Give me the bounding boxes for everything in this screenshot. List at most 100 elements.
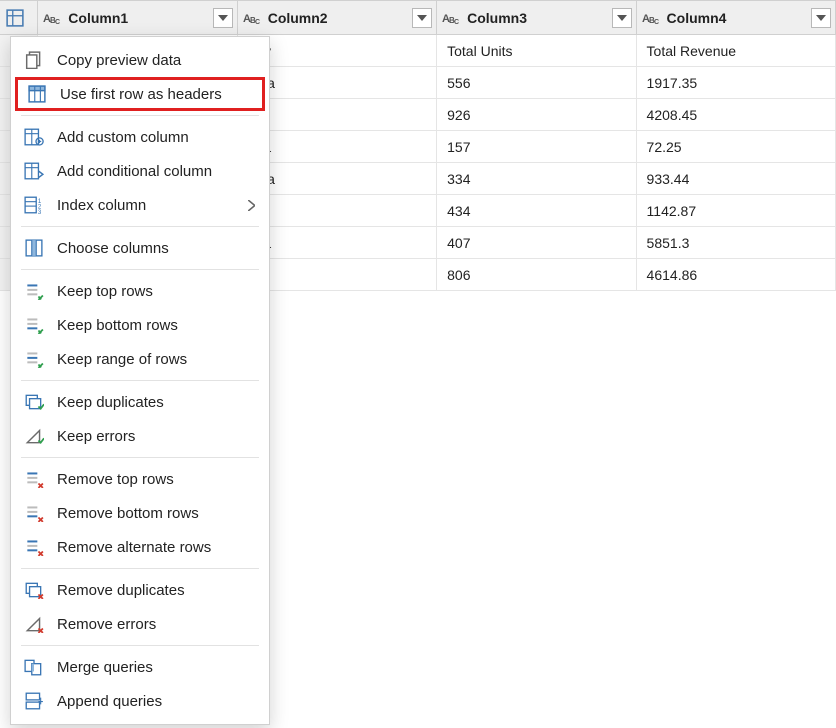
menu-separator bbox=[21, 457, 259, 458]
append-icon bbox=[23, 690, 45, 712]
menu-label: Remove errors bbox=[57, 616, 255, 633]
svg-text:C: C bbox=[255, 19, 260, 26]
cell[interactable]: 4614.86 bbox=[636, 259, 835, 291]
keep-errors-icon bbox=[23, 425, 45, 447]
table-corner[interactable] bbox=[0, 1, 38, 35]
merge-icon bbox=[23, 656, 45, 678]
column-label: Column1 bbox=[68, 10, 208, 26]
cell[interactable]: 806 bbox=[437, 259, 636, 291]
remove-duplicates-icon bbox=[23, 579, 45, 601]
keep-top-icon bbox=[23, 280, 45, 302]
column-filter-button[interactable] bbox=[412, 8, 432, 28]
column-filter-button[interactable] bbox=[612, 8, 632, 28]
index-column-icon: 123 bbox=[23, 194, 45, 216]
menu-label: Keep bottom rows bbox=[57, 317, 255, 334]
menu-label: Index column bbox=[57, 197, 236, 214]
cell[interactable]: Total Revenue bbox=[636, 35, 835, 67]
column-filter-button[interactable] bbox=[213, 8, 233, 28]
menu-use-first-row-as-headers[interactable]: Use first row as headers bbox=[15, 77, 265, 111]
menu-keep-errors[interactable]: Keep errors bbox=[11, 419, 269, 453]
menu-merge-queries[interactable]: Merge queries bbox=[11, 650, 269, 684]
type-text-icon: ABC bbox=[42, 8, 64, 28]
menu-separator bbox=[21, 645, 259, 646]
menu-label: Merge queries bbox=[57, 659, 255, 676]
type-text-icon: ABC bbox=[242, 8, 264, 28]
column-header-1[interactable]: ABC Column1 bbox=[38, 1, 237, 35]
column-label: Column3 bbox=[467, 10, 607, 26]
cell[interactable]: 434 bbox=[437, 195, 636, 227]
menu-copy-preview[interactable]: Copy preview data bbox=[11, 43, 269, 77]
menu-separator bbox=[21, 269, 259, 270]
menu-keep-top-rows[interactable]: Keep top rows bbox=[11, 274, 269, 308]
headers-icon bbox=[26, 83, 48, 105]
menu-remove-alternate-rows[interactable]: Remove alternate rows bbox=[11, 530, 269, 564]
column-header-2[interactable]: ABC Column2 bbox=[237, 1, 436, 35]
menu-remove-errors[interactable]: Remove errors bbox=[11, 607, 269, 641]
keep-range-icon bbox=[23, 348, 45, 370]
menu-keep-duplicates[interactable]: Keep duplicates bbox=[11, 385, 269, 419]
cell[interactable]: 1142.87 bbox=[636, 195, 835, 227]
cell[interactable]: 1917.35 bbox=[636, 67, 835, 99]
menu-label: Add custom column bbox=[57, 129, 255, 146]
svg-text:C: C bbox=[454, 19, 459, 26]
cell[interactable]: 926 bbox=[437, 99, 636, 131]
menu-separator bbox=[21, 226, 259, 227]
column-header-3[interactable]: ABC Column3 bbox=[437, 1, 636, 35]
conditional-column-icon bbox=[23, 160, 45, 182]
table-context-menu: Copy preview data Use first row as heade… bbox=[10, 36, 270, 725]
cell[interactable]: 556 bbox=[437, 67, 636, 99]
menu-label: Keep top rows bbox=[57, 283, 255, 300]
menu-label: Add conditional column bbox=[57, 163, 255, 180]
chevron-right-icon bbox=[248, 200, 255, 211]
menu-label: Append queries bbox=[57, 693, 255, 710]
type-text-icon: ABC bbox=[441, 8, 463, 28]
menu-label: Remove duplicates bbox=[57, 582, 255, 599]
svg-text:C: C bbox=[654, 19, 659, 26]
cell[interactable]: 157 bbox=[437, 131, 636, 163]
menu-label: Use first row as headers bbox=[60, 86, 252, 103]
column-filter-button[interactable] bbox=[811, 8, 831, 28]
menu-label: Copy preview data bbox=[57, 52, 255, 69]
menu-add-custom-column[interactable]: Add custom column bbox=[11, 120, 269, 154]
menu-label: Keep range of rows bbox=[57, 351, 255, 368]
menu-label: Keep errors bbox=[57, 428, 255, 445]
menu-label: Remove top rows bbox=[57, 471, 255, 488]
menu-keep-bottom-rows[interactable]: Keep bottom rows bbox=[11, 308, 269, 342]
menu-separator bbox=[21, 568, 259, 569]
menu-keep-range-rows[interactable]: Keep range of rows bbox=[11, 342, 269, 376]
type-text-icon: ABC bbox=[641, 8, 663, 28]
menu-label: Keep duplicates bbox=[57, 394, 255, 411]
cell[interactable]: 72.25 bbox=[636, 131, 835, 163]
menu-label: Choose columns bbox=[57, 240, 255, 257]
menu-choose-columns[interactable]: Choose columns bbox=[11, 231, 269, 265]
remove-errors-icon bbox=[23, 613, 45, 635]
svg-text:C: C bbox=[55, 19, 60, 26]
table-icon bbox=[4, 8, 26, 28]
cell[interactable]: 5851.3 bbox=[636, 227, 835, 259]
cell[interactable]: Total Units bbox=[437, 35, 636, 67]
column-label: Column2 bbox=[268, 10, 408, 26]
menu-index-column[interactable]: 123 Index column bbox=[11, 188, 269, 222]
remove-alternate-icon bbox=[23, 536, 45, 558]
cell[interactable]: 933.44 bbox=[636, 163, 835, 195]
menu-label: Remove bottom rows bbox=[57, 505, 255, 522]
menu-separator bbox=[21, 380, 259, 381]
keep-duplicates-icon bbox=[23, 391, 45, 413]
menu-label: Remove alternate rows bbox=[57, 539, 255, 556]
custom-column-icon bbox=[23, 126, 45, 148]
column-header-4[interactable]: ABC Column4 bbox=[636, 1, 835, 35]
menu-remove-top-rows[interactable]: Remove top rows bbox=[11, 462, 269, 496]
cell[interactable]: 334 bbox=[437, 163, 636, 195]
menu-separator bbox=[21, 115, 259, 116]
cell[interactable]: 407 bbox=[437, 227, 636, 259]
cell[interactable]: 4208.45 bbox=[636, 99, 835, 131]
choose-columns-icon bbox=[23, 237, 45, 259]
menu-remove-bottom-rows[interactable]: Remove bottom rows bbox=[11, 496, 269, 530]
remove-top-icon bbox=[23, 468, 45, 490]
menu-append-queries[interactable]: Append queries bbox=[11, 684, 269, 718]
menu-remove-duplicates[interactable]: Remove duplicates bbox=[11, 573, 269, 607]
keep-bottom-icon bbox=[23, 314, 45, 336]
menu-add-conditional-column[interactable]: Add conditional column bbox=[11, 154, 269, 188]
column-label: Column4 bbox=[667, 10, 807, 26]
svg-text:3: 3 bbox=[38, 209, 42, 214]
